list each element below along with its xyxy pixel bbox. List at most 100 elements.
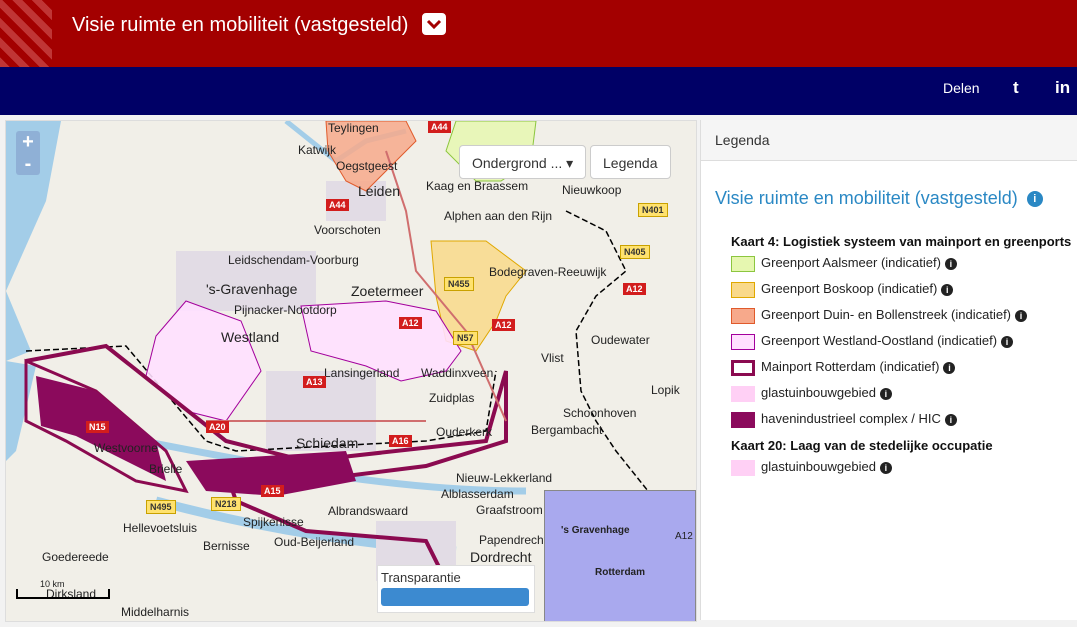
place-label: Alphen aan den Rijn xyxy=(444,209,553,223)
info-icon[interactable]: i xyxy=(944,257,957,270)
legend-item: Mainport Rotterdam (indicatief) i xyxy=(731,359,956,379)
legend-button[interactable]: Legenda xyxy=(590,145,671,179)
place-label: Vlist xyxy=(541,351,564,365)
legend-item-label: glastuinbouwgebied xyxy=(761,385,876,400)
legend-section-title: Kaart 20: Laag van de stedelijke occupat… xyxy=(731,438,993,453)
legend-item: Greenport Boskoop (indicatief) i xyxy=(731,281,954,301)
place-label: Bernisse xyxy=(203,539,250,553)
road-shield: N15 xyxy=(86,421,109,433)
top-bar: Visie ruimte en mobiliteit (vastgesteld) xyxy=(0,0,1077,67)
info-icon[interactable]: i xyxy=(1001,335,1014,348)
place-label: Westvoorne xyxy=(94,441,158,455)
place-label: Leiden xyxy=(358,183,401,199)
road-shield: A44 xyxy=(326,199,349,211)
place-label: Bodegraven-Reeuwijk xyxy=(489,265,607,279)
legend-item: havenindustrieel complex / HIC i xyxy=(731,411,957,431)
scale-bar: 10 km xyxy=(16,579,110,599)
place-label: Alblasserdam xyxy=(441,487,514,501)
overview-map[interactable]: 's Gravenhage Rotterdam A12 xyxy=(544,490,696,621)
info-icon[interactable]: i xyxy=(879,387,892,400)
swatch-mainport-rotterdam xyxy=(731,359,755,376)
transparency-control[interactable]: Transparantie xyxy=(377,565,535,613)
place-label: Leidschendam-Voorburg xyxy=(228,253,359,267)
info-icon[interactable]: i xyxy=(1015,309,1028,322)
road-shield: A16 xyxy=(389,435,412,447)
logo-stripes xyxy=(0,0,52,67)
scale-label: 10 km xyxy=(40,579,65,589)
info-icon[interactable]: i xyxy=(943,361,956,374)
place-label: 's-Gravenhage xyxy=(206,281,298,297)
place-label: Brielle xyxy=(149,462,183,476)
place-label: Voorschoten xyxy=(314,223,381,237)
linkedin-icon[interactable]: in xyxy=(1055,78,1070,98)
place-label: Nieuwkoop xyxy=(562,183,622,197)
place-label: Middelharnis xyxy=(121,605,190,619)
legend-item-label: Greenport Westland-Oostland (indicatief) xyxy=(761,333,998,348)
legend-item: Greenport Duin- en Bollenstreek (indicat… xyxy=(731,307,1028,327)
basemap-dropdown[interactable]: Ondergrond ... ▾ xyxy=(459,145,587,179)
map-viewer[interactable]: + - Ondergrond ... ▾ Legenda Teylingen K… xyxy=(5,120,697,622)
place-label: Lopik xyxy=(651,383,680,397)
twitter-icon[interactable]: t xyxy=(1013,78,1019,98)
place-label: Spijkenisse xyxy=(243,515,304,529)
place-label: Teylingen xyxy=(328,121,379,135)
place-label: Schoonhoven xyxy=(563,406,637,420)
road-shield: A12 xyxy=(399,317,422,329)
place-label: Katwijk xyxy=(298,143,337,157)
place-label: Lansingerland xyxy=(324,366,400,380)
place-label: Oud-Beijerland xyxy=(274,535,355,549)
place-label: Ouderkerk xyxy=(436,425,493,439)
share-link[interactable]: Delen xyxy=(943,80,980,96)
place-label: Zuidplas xyxy=(429,391,475,405)
road-shield: A12 xyxy=(492,319,515,331)
road-shield: N218 xyxy=(211,497,241,511)
legend-item: Greenport Aalsmeer (indicatief) i xyxy=(731,255,957,275)
legend-item-label: glastuinbouwgebied xyxy=(761,459,876,474)
place-label: Dordrecht xyxy=(470,549,532,565)
place-label: Schiedam xyxy=(296,435,359,451)
road-shield: A44 xyxy=(428,121,451,133)
legend-item-label: Mainport Rotterdam (indicatief) xyxy=(761,359,940,374)
minimap-label: A12 xyxy=(675,531,693,542)
place-label: Goedereede xyxy=(42,550,109,564)
swatch-greenport-boskoop xyxy=(731,281,755,298)
road-shield: A15 xyxy=(261,485,284,497)
road-shield: N405 xyxy=(620,245,650,259)
zoom-in-button[interactable]: + xyxy=(16,131,40,153)
place-label: Waddinxveen xyxy=(421,366,494,380)
scale-line xyxy=(16,589,110,599)
legend-panel: Legenda Visie ruimte en mobiliteit (vast… xyxy=(700,120,1077,620)
zoom-out-button[interactable]: - xyxy=(16,153,40,175)
place-label: Oudewater xyxy=(591,333,650,347)
transparency-slider[interactable] xyxy=(381,588,529,606)
chevron-down-icon[interactable] xyxy=(422,13,446,35)
road-shield: N455 xyxy=(444,277,474,291)
swatch-greenport-aalsmeer xyxy=(731,255,755,272)
road-shield: N57 xyxy=(453,331,478,345)
page-title: Visie ruimte en mobiliteit (vastgesteld) xyxy=(72,14,409,36)
info-icon[interactable]: i xyxy=(879,461,892,474)
road-shield: N495 xyxy=(146,500,176,514)
swatch-hic xyxy=(731,411,755,428)
sea-south xyxy=(6,361,36,461)
minimap-label: Rotterdam xyxy=(595,567,646,578)
nav-bar xyxy=(0,67,1077,115)
road-shield: N401 xyxy=(638,203,668,217)
place-label: Albrandswaard xyxy=(328,504,409,518)
legend-header: Legenda xyxy=(701,120,1077,161)
info-icon[interactable]: i xyxy=(941,283,954,296)
info-icon[interactable]: i xyxy=(1026,191,1043,208)
info-icon[interactable]: i xyxy=(944,413,957,426)
greenport-westland-oostland xyxy=(145,300,262,422)
place-label: Zoetermeer xyxy=(351,283,424,299)
place-label: Oegstgeest xyxy=(336,159,398,173)
basemap-label: Ondergrond ... xyxy=(472,155,563,171)
place-label: Pijnacker-Nootdorp xyxy=(234,303,337,317)
minimap-label: 's Gravenhage xyxy=(561,525,630,536)
place-label: Kaag en Braassem xyxy=(426,179,529,193)
legend-section-title: Kaart 4: Logistiek systeem van mainport … xyxy=(731,234,1072,249)
place-label: Westland xyxy=(221,329,280,345)
legend-item-label: Greenport Boskoop (indicatief) xyxy=(761,281,938,296)
road-shield: A13 xyxy=(303,376,326,388)
place-label: Bergambacht xyxy=(531,423,603,437)
